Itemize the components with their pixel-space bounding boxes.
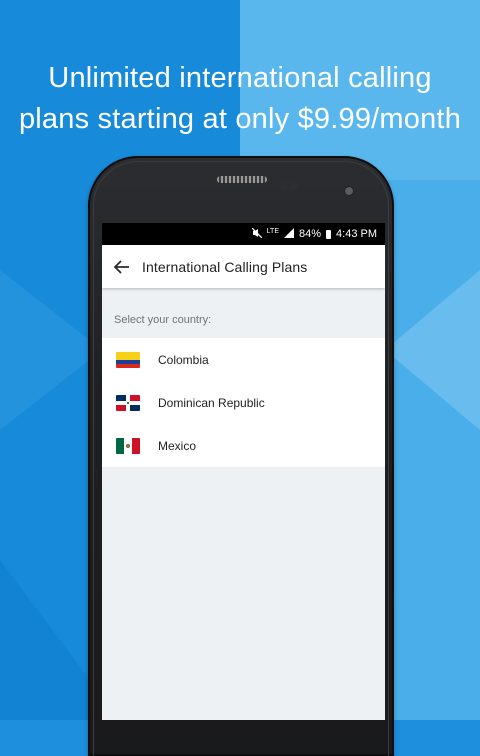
country-name: Mexico — [158, 438, 197, 453]
select-country-prompt: Select your country: — [114, 314, 212, 326]
light-sensor — [290, 182, 298, 190]
front-camera — [344, 186, 354, 196]
battery-icon — [326, 229, 332, 239]
dominican-republic-flag-icon — [116, 394, 140, 411]
status-bar: LTE 84% 4:43 PM — [102, 223, 385, 245]
earpiece-speaker — [217, 176, 267, 183]
list-item-mexico[interactable]: Mexico — [102, 424, 385, 467]
promo-headline: Unlimited international calling plans st… — [0, 58, 480, 140]
signal-icon — [284, 227, 294, 241]
country-name: Colombia — [158, 352, 209, 367]
promo-headline-line2: plans starting at only $9.99/month — [18, 103, 462, 135]
mexico-flag-icon — [116, 437, 140, 454]
mute-icon — [251, 227, 263, 241]
promo-headline-line1: Unlimited international calling — [48, 62, 432, 94]
app-bar-title: International Calling Plans — [142, 258, 308, 275]
colombia-flag-icon — [116, 351, 140, 368]
phone-screen: LTE 84% 4:43 PM International Calling Pl… — [102, 223, 385, 720]
network-type: LTE — [266, 227, 279, 235]
battery-percentage: 84% — [299, 228, 322, 240]
arrow-left-icon[interactable] — [102, 259, 142, 274]
country-name: Dominican Republic — [158, 395, 265, 410]
list-item-dominican-republic[interactable]: Dominican Republic — [102, 381, 385, 424]
proximity-sensor — [280, 182, 288, 190]
status-time: 4:43 PM — [336, 228, 377, 240]
app-bar: International Calling Plans — [102, 245, 385, 288]
list-item-colombia[interactable]: Colombia — [102, 338, 385, 381]
country-list: Colombia Dominican Republic Mexico — [102, 338, 385, 467]
